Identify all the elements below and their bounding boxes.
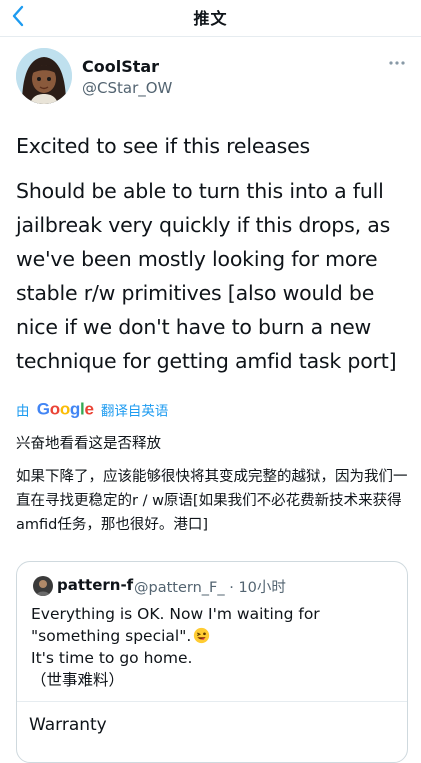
- avatar[interactable]: [16, 48, 72, 104]
- quote-line-2-text: "something special".: [31, 627, 192, 645]
- quote-author-name: pattern-f: [57, 576, 134, 594]
- author-handle[interactable]: @CStar_OW: [82, 79, 172, 97]
- tweet-text-body: Should be able to turn this into a full …: [16, 179, 397, 373]
- quote-avatar: [33, 576, 53, 596]
- google-logo: Google: [36, 399, 94, 419]
- more-horizontal-icon[interactable]: [387, 58, 407, 68]
- translate-prefix: 由: [16, 403, 30, 420]
- quote-text: Everything is OK. Now I'm waiting for "s…: [31, 603, 391, 691]
- quote-timestamp: · 10小时: [229, 580, 286, 596]
- translation-body: 如果下降了，应该能够很快将其变成完整的越狱，因为我们一直在寻找更稳定的r / w…: [16, 469, 408, 533]
- tweet-text-line-1: Excited to see if this releases: [16, 134, 310, 158]
- link-card-title[interactable]: Warranty: [29, 715, 107, 735]
- quote-line-4: （世事难料）: [31, 671, 125, 689]
- quote-line-3: It's time to go home.: [31, 649, 193, 667]
- translation-line-1: 兴奋地看看这是否释放: [16, 436, 161, 452]
- quote-author-handle: @pattern_F_: [134, 580, 225, 596]
- translate-suffix: 翻译自英语: [100, 403, 169, 420]
- navigation-bar: 推文: [0, 0, 421, 37]
- quote-author-meta: @pattern_F_ · 10小时: [134, 576, 286, 597]
- page-title: 推文: [193, 9, 228, 28]
- quoted-tweet-card[interactable]: pattern-f @pattern_F_ · 10小时 Everything …: [16, 561, 408, 763]
- avatar-image: [16, 48, 72, 104]
- author-display-name[interactable]: CoolStar: [82, 57, 159, 76]
- translate-link[interactable]: 由 Google 翻译自英语: [16, 399, 168, 420]
- quote-divider: [17, 701, 407, 702]
- grinning-squinting-face-icon: [194, 627, 210, 644]
- quote-line-2: "something special".: [31, 625, 391, 647]
- quote-line-1: Everything is OK. Now I'm waiting for: [31, 605, 320, 623]
